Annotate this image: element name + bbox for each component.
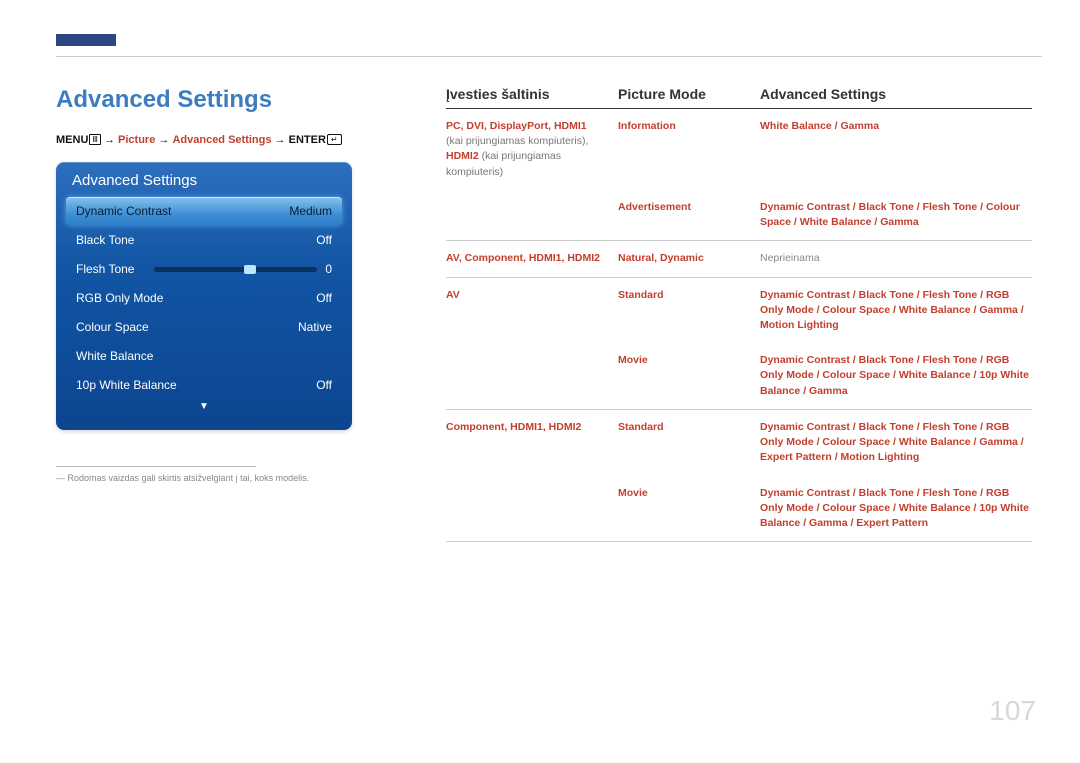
cell-source: AV, Component, HDMI1, HDMI2	[446, 251, 606, 266]
cell-source	[446, 486, 606, 532]
right-column: Įvesties šaltinis Picture Mode Advanced …	[446, 86, 1032, 542]
cell-source	[446, 353, 606, 399]
menu-icon: Ⅲ	[89, 134, 101, 145]
panel-row-value: Off	[316, 233, 332, 247]
table-row: AV Standard Dynamic Contrast / Black Tone …	[446, 278, 1032, 344]
panel-row-value: Medium	[289, 204, 332, 218]
arrow-icon: →	[275, 134, 289, 146]
panel-row[interactable]: RGB Only Mode Off	[66, 284, 342, 312]
content: Advanced Settings MENUⅢ → Picture → Adva…	[56, 86, 1032, 542]
page-number: 107	[989, 695, 1036, 727]
page-heading: Advanced Settings	[56, 86, 396, 114]
panel-row[interactable]: Colour Space Native	[66, 313, 342, 341]
footnote-rule	[56, 466, 256, 467]
panel-row[interactable]: Dynamic Contrast Medium	[66, 197, 342, 225]
breadcrumb-menu: MENU	[56, 134, 88, 146]
cell-mode: Movie	[618, 353, 748, 399]
arrow-icon: →	[158, 134, 172, 146]
breadcrumb-enter: ENTER	[289, 134, 326, 146]
cell-mode: Standard	[618, 288, 748, 334]
left-column: Advanced Settings MENUⅢ → Picture → Adva…	[56, 86, 396, 542]
breadcrumb-picture: Picture	[118, 134, 155, 146]
panel-row-value: Off	[316, 378, 332, 392]
scroll-down-icon[interactable]: ▼	[66, 401, 342, 412]
panel-row-label: 10p White Balance	[76, 378, 177, 392]
table-row: Component, HDMI1, HDMI2 Standard Dynamic C…	[446, 410, 1032, 476]
panel-row[interactable]: Black Tone Off	[66, 226, 342, 254]
panel-row-label: Colour Space	[76, 320, 149, 334]
table-row: Movie Dynamic Contrast / Black Tone / Fle…	[446, 476, 1032, 543]
cell-source: PC, DVI, DisplayPort, HDMI1 (kai prijung…	[446, 119, 606, 180]
slider[interactable]	[154, 267, 317, 272]
cell-mode: Movie	[618, 486, 748, 532]
table-row: Advertisement Dynamic Contrast / Black To…	[446, 190, 1032, 241]
panel-row-label: RGB Only Mode	[76, 291, 163, 305]
table-row: PC, DVI, DisplayPort, HDMI1 (kai prijung…	[446, 109, 1032, 190]
breadcrumb-advanced: Advanced Settings	[172, 134, 271, 146]
panel-row-label: White Balance	[76, 349, 153, 363]
cell-settings: Dynamic Contrast / Black Tone / Flesh To…	[760, 420, 1032, 466]
breadcrumb: MENUⅢ → Picture → Advanced Settings → EN…	[56, 134, 396, 146]
panel-title: Advanced Settings	[66, 172, 342, 197]
panel-row[interactable]: White Balance	[66, 342, 342, 370]
cell-settings: Neprieinama	[760, 251, 1032, 266]
cell-settings: Dynamic Contrast / Black Tone / Flesh To…	[760, 353, 1032, 399]
panel-row-value: 0	[325, 262, 332, 276]
cell-mode: Natural, Dynamic	[618, 251, 748, 266]
panel-row[interactable]: Flesh Tone 0	[66, 255, 342, 283]
panel-row-label: Dynamic Contrast	[76, 204, 171, 218]
panel-row-label: Flesh Tone	[76, 262, 134, 276]
settings-panel: Advanced Settings Dynamic Contrast Medium…	[56, 162, 352, 430]
cell-mode: Standard	[618, 420, 748, 466]
cell-settings: White Balance / Gamma	[760, 119, 1032, 180]
table-body: PC, DVI, DisplayPort, HDMI1 (kai prijung…	[446, 109, 1032, 542]
cell-settings: Dynamic Contrast / Black Tone / Flesh To…	[760, 200, 1032, 230]
col-header-mode: Picture Mode	[618, 86, 748, 102]
cell-settings: Dynamic Contrast / Black Tone / Flesh To…	[760, 486, 1032, 532]
panel-row-label: Black Tone	[76, 233, 134, 247]
header-rule	[56, 56, 1042, 57]
cell-mode: Advertisement	[618, 200, 748, 230]
table-row: Movie Dynamic Contrast / Black Tone / Fle…	[446, 343, 1032, 410]
cell-mode: Information	[618, 119, 748, 180]
arrow-icon: →	[104, 134, 118, 146]
slider-knob[interactable]	[244, 265, 256, 274]
table-header: Įvesties šaltinis Picture Mode Advanced …	[446, 86, 1032, 109]
panel-row-value: Off	[316, 291, 332, 305]
cell-source: AV	[446, 288, 606, 334]
header-tab	[56, 34, 116, 46]
cell-source	[446, 200, 606, 230]
panel-row[interactable]: 10p White Balance Off	[66, 371, 342, 399]
col-header-settings: Advanced Settings	[760, 86, 1032, 102]
col-header-source: Įvesties šaltinis	[446, 86, 606, 102]
enter-icon: ↵	[327, 134, 342, 145]
panel-row-value: Native	[298, 320, 332, 334]
footnote: ― Rodomas vaizdas gali skirtis atsižvelg…	[56, 473, 396, 483]
table-row: AV, Component, HDMI1, HDMI2 Natural, Dyna…	[446, 241, 1032, 277]
cell-source: Component, HDMI1, HDMI2	[446, 420, 606, 466]
cell-settings: Dynamic Contrast / Black Tone / Flesh To…	[760, 288, 1032, 334]
